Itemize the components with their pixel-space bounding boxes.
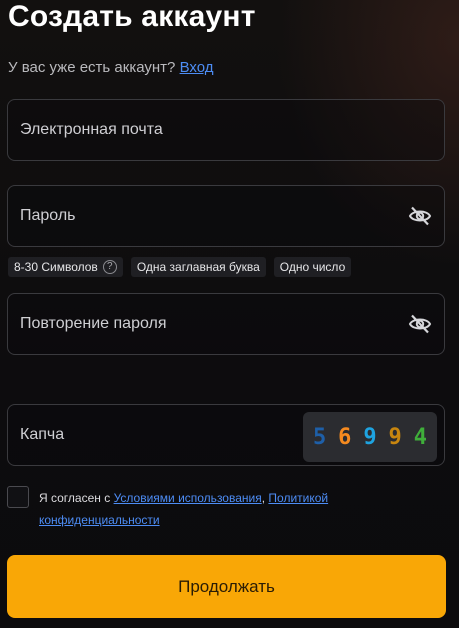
captcha-placeholder: Капча	[20, 426, 65, 443]
page-title: Создать аккаунт	[8, 0, 256, 33]
password-repeat-placeholder: Повторение пароля	[20, 315, 167, 332]
password-requirements: 8-30 Символов ? Одна заглавная буква Одн…	[8, 257, 352, 277]
captcha-digit: 4	[413, 424, 427, 450]
terms-prefix: Я согласен с	[39, 491, 114, 505]
captcha-digit: 5	[312, 424, 327, 450]
captcha-field[interactable]: Капча 5 6 9 9 4	[7, 404, 445, 466]
requirement-uppercase-label: Одна заглавная буква	[136, 260, 260, 274]
email-field[interactable]: Электронная почта	[7, 99, 445, 161]
captcha-image[interactable]: 5 6 9 9 4	[303, 412, 437, 462]
requirement-digit: Одно число	[273, 257, 352, 277]
login-prompt: У вас уже есть аккаунт? Вход	[8, 59, 214, 76]
requirement-uppercase: Одна заглавная буква	[130, 257, 266, 277]
terms-of-use-link[interactable]: Условиями использования	[114, 491, 262, 505]
captcha-digit: 6	[338, 424, 352, 450]
password-placeholder: Пароль	[20, 207, 76, 224]
eye-off-icon[interactable]	[408, 204, 432, 228]
email-placeholder: Электронная почта	[20, 121, 163, 138]
login-prompt-text: У вас уже есть аккаунт?	[8, 59, 176, 76]
help-icon[interactable]: ?	[102, 260, 117, 274]
captcha-digit: 9	[388, 424, 402, 450]
requirement-length-label: 8-30 Символов	[14, 260, 98, 274]
login-link[interactable]: Вход	[180, 59, 214, 76]
terms-checkbox[interactable]	[7, 486, 29, 508]
continue-button[interactable]: Продолжать	[7, 555, 446, 618]
terms-text: Я согласен с Условиями использования, По…	[39, 487, 419, 531]
requirement-digit-label: Одно число	[279, 260, 346, 274]
requirement-length: 8-30 Символов ?	[8, 257, 123, 277]
password-field[interactable]: Пароль	[7, 185, 445, 247]
eye-off-icon[interactable]	[408, 312, 432, 336]
captcha-digit: 9	[363, 424, 377, 450]
password-repeat-field[interactable]: Повторение пароля	[7, 293, 445, 355]
